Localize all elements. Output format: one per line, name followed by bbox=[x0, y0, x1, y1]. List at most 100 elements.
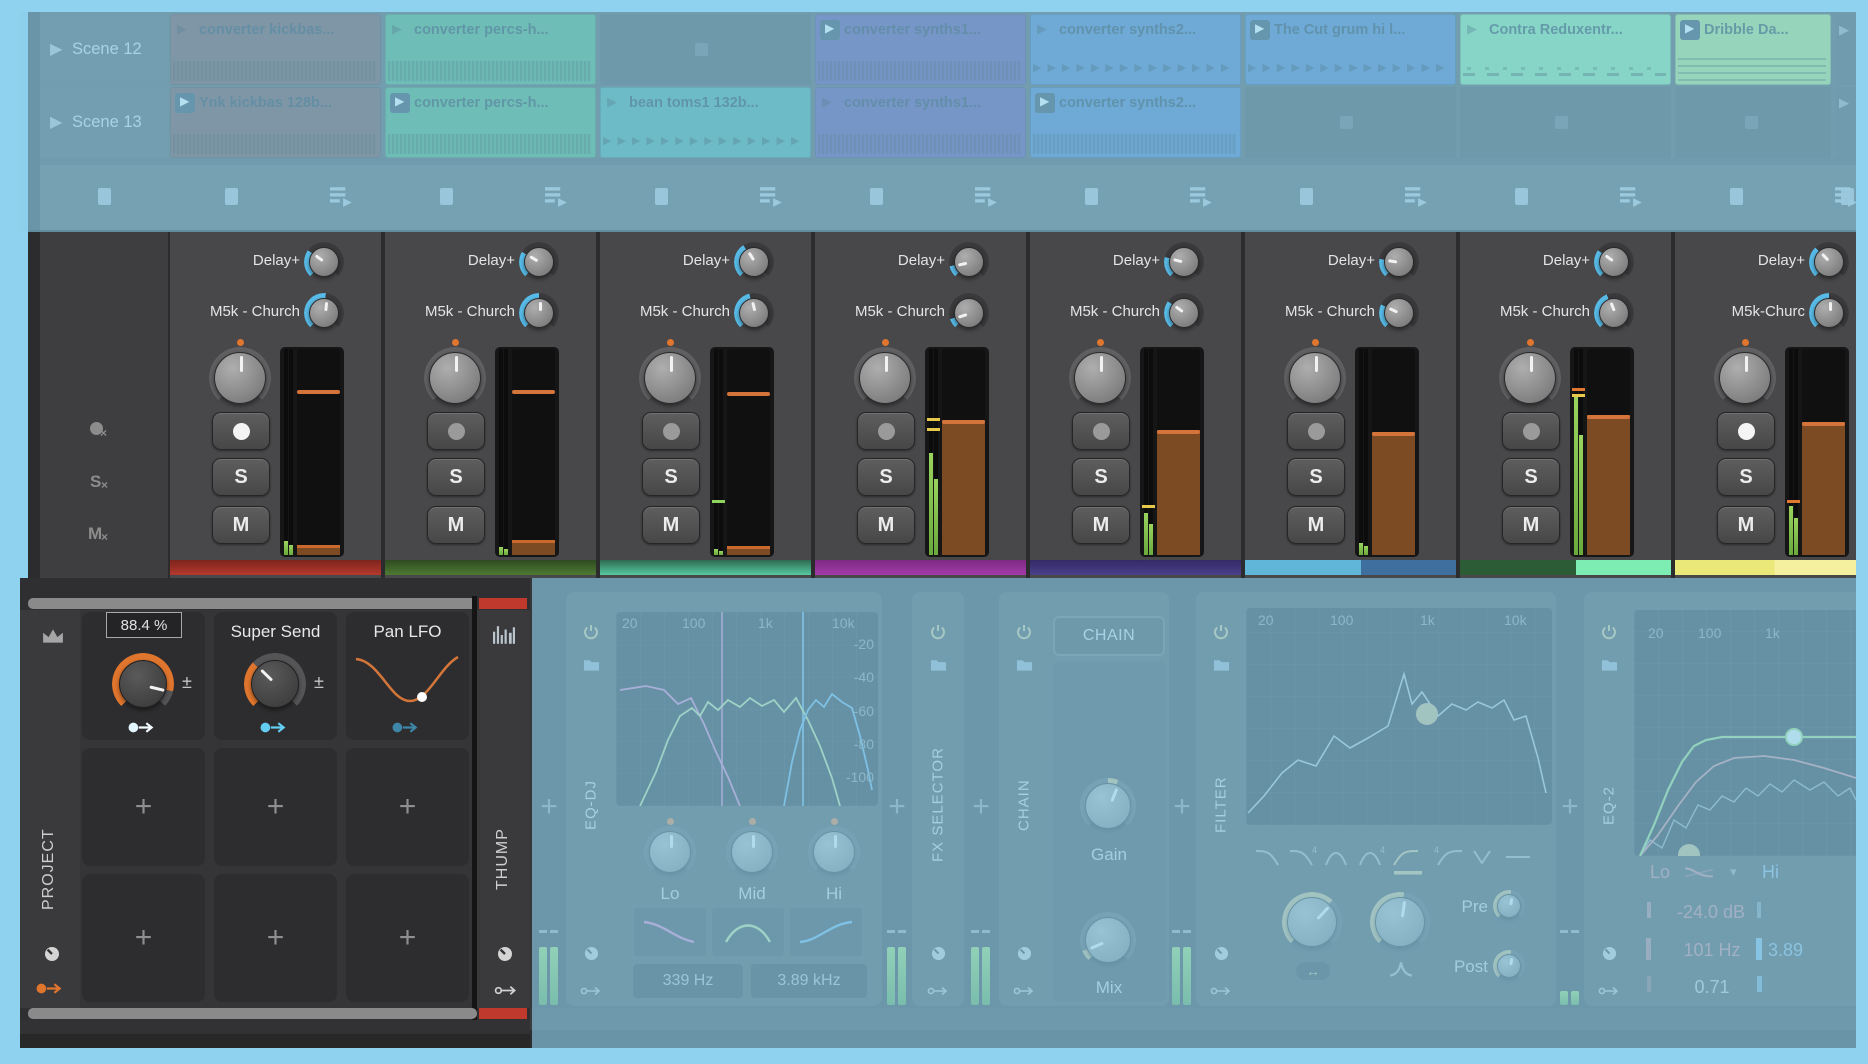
insert-device-button[interactable]: + bbox=[1169, 792, 1195, 822]
volume-knob[interactable] bbox=[1069, 347, 1131, 409]
record-arm-button[interactable] bbox=[642, 412, 700, 450]
volume-knob[interactable] bbox=[854, 347, 916, 409]
clip[interactable]: ▶Ynk kickbas 128b... bbox=[170, 87, 381, 158]
mod-route-icon-3[interactable] bbox=[392, 721, 420, 734]
send-knob[interactable] bbox=[949, 293, 989, 333]
clip-stack-button[interactable] bbox=[975, 186, 999, 207]
solo-button[interactable]: S bbox=[212, 458, 270, 496]
solo-button[interactable]: S bbox=[427, 458, 485, 496]
fader-handle[interactable] bbox=[512, 390, 555, 394]
clip[interactable]: ▶converter synths1... bbox=[815, 14, 1026, 85]
mute-button[interactable]: M bbox=[212, 506, 270, 544]
eq-dj-knob-mid[interactable] bbox=[726, 826, 778, 878]
solo-clear-button[interactable]: S × bbox=[90, 472, 118, 492]
insert-device-button[interactable]: + bbox=[884, 792, 910, 822]
volume-knob[interactable] bbox=[1499, 347, 1561, 409]
remote-cell-empty[interactable]: + bbox=[82, 874, 205, 1002]
clip[interactable]: ▶converter synths2...▶▶▶▶▶▶▶▶▶▶▶▶▶▶ bbox=[1030, 14, 1241, 85]
clip[interactable]: ▶converter percs-h... bbox=[385, 14, 596, 85]
eq-2-hi-freq-value[interactable]: 3.89 kHz bbox=[1768, 940, 1808, 961]
remote-cell-empty[interactable]: + bbox=[214, 748, 337, 866]
eq-dj-high-freq-field[interactable]: 3.89 kHz bbox=[751, 964, 867, 998]
scene-header[interactable]: ▶Scene 12 bbox=[40, 14, 168, 85]
filter-spectrum[interactable] bbox=[1246, 608, 1552, 825]
mod-route-icon-2[interactable] bbox=[260, 721, 288, 734]
mod-route-icon-1[interactable] bbox=[128, 721, 156, 734]
eq-2-key-icon[interactable] bbox=[1598, 984, 1620, 996]
solo-button[interactable]: S bbox=[1287, 458, 1345, 496]
track-stop-button[interactable] bbox=[1085, 188, 1098, 205]
eq-dj-shape-low-button[interactable] bbox=[634, 908, 706, 956]
eq-dj-power-icon[interactable] bbox=[583, 624, 599, 640]
eq-2-freq-value[interactable]: 101 Hz bbox=[1662, 940, 1762, 961]
eq-2-gain-value[interactable]: -24.0 dB bbox=[1656, 902, 1766, 923]
meter-fader-group[interactable] bbox=[495, 347, 559, 557]
clip[interactable]: ▶Dribble Da... bbox=[1675, 14, 1831, 85]
remote-super-send-knob[interactable] bbox=[244, 653, 306, 715]
send-knob[interactable] bbox=[1379, 242, 1419, 282]
clip-playing-button[interactable]: ▶ bbox=[1035, 93, 1055, 113]
volume-knob[interactable] bbox=[639, 347, 701, 409]
chain-power-icon[interactable] bbox=[1016, 624, 1032, 640]
send-knob[interactable] bbox=[1379, 293, 1419, 333]
eq-2-label[interactable]: EQ-2 bbox=[1599, 700, 1619, 910]
eq-dj-key-icon[interactable] bbox=[580, 984, 602, 996]
send-knob[interactable] bbox=[1594, 293, 1634, 333]
meter-fader-group[interactable] bbox=[280, 347, 344, 557]
mute-button[interactable]: M bbox=[427, 506, 485, 544]
clip[interactable]: ▶converter synths1... bbox=[815, 87, 1026, 158]
clip-stack-button[interactable] bbox=[760, 186, 784, 207]
meter-fader-group[interactable] bbox=[1140, 347, 1204, 557]
scene-header[interactable]: ▶Scene 13 bbox=[40, 87, 168, 158]
send-knob[interactable] bbox=[1809, 242, 1849, 282]
eq-dj-shape-mid-button[interactable] bbox=[712, 908, 784, 956]
fx-selector-power-icon[interactable] bbox=[930, 624, 946, 640]
filter-stereo-icon[interactable]: ↔ bbox=[1296, 962, 1330, 980]
clip-slot-partial[interactable]: ▶ bbox=[1836, 14, 1856, 85]
volume-knob[interactable] bbox=[209, 347, 271, 409]
eq-2-preset-folder-icon[interactable] bbox=[1601, 658, 1618, 672]
record-arm-button[interactable] bbox=[857, 412, 915, 450]
eq-2-hi-label[interactable]: Hi bbox=[1762, 862, 1779, 883]
meter-fader-group[interactable] bbox=[925, 347, 989, 557]
filter-resonance-knob[interactable] bbox=[1370, 892, 1430, 952]
record-arm-button[interactable] bbox=[1287, 412, 1345, 450]
eq-2-shelf-icon[interactable] bbox=[1684, 866, 1714, 880]
thump-key-icon[interactable] bbox=[494, 984, 518, 997]
eq-dj-preset-folder-icon[interactable] bbox=[583, 658, 600, 672]
send-knob[interactable] bbox=[304, 293, 344, 333]
clip-playing-button[interactable]: ▶ bbox=[175, 93, 195, 113]
send-knob[interactable] bbox=[1809, 293, 1849, 333]
clip-stack-button[interactable] bbox=[330, 186, 354, 207]
device-panel-bottom-scrollbar[interactable] bbox=[28, 1008, 477, 1019]
track-stop-button[interactable] bbox=[1730, 188, 1743, 205]
filter-shape-row[interactable]: 4 4 4 bbox=[1252, 843, 1536, 877]
meter-fader-group[interactable] bbox=[1785, 347, 1849, 557]
send-knob[interactable] bbox=[519, 242, 559, 282]
record-arm-button[interactable] bbox=[212, 412, 270, 450]
clip-playing-button[interactable]: ▶ bbox=[1250, 20, 1270, 40]
clip[interactable]: ▶Contra Reduxentr... bbox=[1460, 14, 1671, 85]
clip[interactable]: ▶converter synths2... bbox=[1030, 87, 1241, 158]
plusminus-2[interactable]: ± bbox=[314, 672, 324, 693]
clip-slot-partial[interactable]: ▶ bbox=[1836, 87, 1856, 158]
send-knob[interactable] bbox=[304, 242, 344, 282]
mute-button[interactable]: M bbox=[1502, 506, 1560, 544]
clip-playing-button[interactable]: ▶ bbox=[1680, 20, 1700, 40]
volume-knob[interactable] bbox=[424, 347, 486, 409]
clip-stack-button[interactable] bbox=[1190, 186, 1214, 207]
device-panel-top-scrollbar[interactable] bbox=[28, 598, 477, 609]
eq-2-spectrum[interactable] bbox=[1634, 610, 1856, 856]
eq-dj-knob-icon[interactable] bbox=[584, 946, 599, 961]
eq-dj-shape-high-button[interactable] bbox=[790, 908, 862, 956]
mute-button[interactable]: M bbox=[642, 506, 700, 544]
eq-2-lo-type-caret[interactable]: ▾ bbox=[1730, 864, 1737, 880]
mute-button[interactable]: M bbox=[1072, 506, 1130, 544]
filter-label[interactable]: FILTER bbox=[1211, 700, 1231, 910]
scene-play-icon[interactable]: ▶ bbox=[50, 111, 68, 135]
chain-header-button[interactable]: CHAIN bbox=[1053, 616, 1165, 656]
send-knob[interactable] bbox=[949, 242, 989, 282]
filter-post-knob[interactable] bbox=[1493, 950, 1525, 982]
meter-fader-group[interactable] bbox=[710, 347, 774, 557]
clip-slot-empty[interactable] bbox=[1460, 87, 1671, 158]
